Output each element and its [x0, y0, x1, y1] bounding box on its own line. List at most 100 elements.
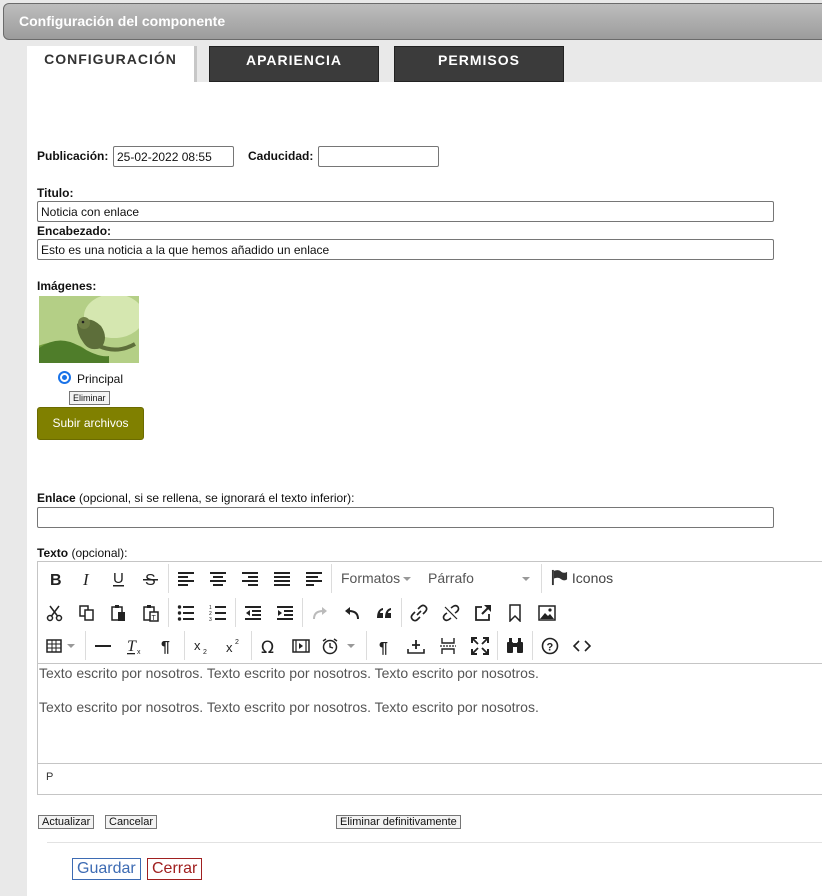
- svg-text:2: 2: [235, 639, 239, 646]
- copy-icon[interactable]: [72, 596, 102, 629]
- guardar-button[interactable]: Guardar: [72, 858, 141, 880]
- publicacion-label: Publicación:: [37, 149, 109, 163]
- clear-format-icon[interactable]: Tx: [120, 629, 150, 662]
- enlace-label: Enlace (opcional, si se rellena, se igno…: [37, 491, 355, 505]
- icons-button[interactable]: Iconos: [551, 562, 613, 595]
- find-icon[interactable]: [500, 629, 530, 662]
- svg-text:x: x: [194, 638, 201, 653]
- unlink-icon[interactable]: [436, 596, 466, 629]
- image-delete-button[interactable]: Eliminar: [69, 391, 110, 405]
- encabezado-input[interactable]: [37, 239, 774, 260]
- indent-icon[interactable]: [270, 596, 300, 629]
- pilcrow-icon[interactable]: ¶: [152, 629, 182, 662]
- page-break-icon[interactable]: [433, 629, 463, 662]
- titulo-label: Titulo:: [37, 186, 74, 200]
- formats-dropdown[interactable]: Formatos: [341, 562, 412, 595]
- align-none-icon[interactable]: [299, 562, 329, 595]
- paste-icon[interactable]: [104, 596, 134, 629]
- separator: [331, 564, 332, 593]
- actualizar-button[interactable]: Actualizar: [38, 815, 95, 829]
- tab-configuracion[interactable]: CONFIGURACIÓN: [27, 46, 197, 82]
- link-icon[interactable]: [404, 596, 434, 629]
- paragraph-icon[interactable]: ¶: [369, 629, 399, 662]
- underline-icon[interactable]: U: [104, 562, 134, 595]
- window-title: Configuración del componente: [3, 3, 822, 40]
- svg-text:x: x: [226, 640, 233, 655]
- align-right-icon[interactable]: [235, 562, 265, 595]
- caducidad-input[interactable]: [318, 146, 439, 167]
- separator: [184, 631, 185, 660]
- cerrar-button[interactable]: Cerrar: [147, 858, 203, 880]
- blockquote-icon[interactable]: [369, 596, 399, 629]
- help-icon[interactable]: ?: [535, 629, 565, 662]
- block-format-label: Párrafo: [428, 570, 474, 586]
- align-justify-icon[interactable]: [267, 562, 297, 595]
- horizontal-rule-icon[interactable]: [88, 629, 118, 662]
- align-center-icon[interactable]: [203, 562, 233, 595]
- external-link-icon[interactable]: [468, 596, 498, 629]
- tab-permisos[interactable]: PERMISOS: [394, 46, 564, 82]
- svg-text:2: 2: [203, 649, 207, 655]
- block-format-dropdown[interactable]: Párrafo: [428, 562, 530, 595]
- rich-text-editor: B I U S Formatos Párrafo Iconos T 123 T …: [37, 561, 822, 795]
- table-icon[interactable]: [42, 629, 78, 662]
- italic-icon[interactable]: I: [72, 562, 102, 595]
- cut-icon[interactable]: [40, 596, 70, 629]
- bold-icon[interactable]: B: [40, 562, 70, 595]
- svg-text:x: x: [137, 649, 141, 655]
- omega-icon[interactable]: Ω: [254, 629, 284, 662]
- enlace-hint: (opcional, si se rellena, se ignorará el…: [75, 491, 355, 505]
- editor-paragraph: Texto escrito por nosotros. Texto escrit…: [39, 665, 539, 681]
- clock-icon[interactable]: [318, 629, 358, 662]
- texto-label-text: Texto: [37, 546, 69, 560]
- icons-label: Iconos: [571, 570, 614, 586]
- formats-label: Formatos: [341, 570, 401, 586]
- cancelar-button[interactable]: Cancelar: [105, 815, 158, 829]
- caducidad-label: Caducidad:: [248, 149, 314, 163]
- separator: [235, 598, 236, 627]
- titulo-input[interactable]: [37, 201, 774, 222]
- separator: [168, 564, 169, 593]
- image-icon[interactable]: [532, 596, 562, 629]
- separator: [251, 631, 252, 660]
- editor-paragraph: Texto escrito por nosotros. Texto escrit…: [39, 699, 539, 715]
- enlace-input[interactable]: [37, 507, 774, 528]
- insert-below-icon[interactable]: [401, 629, 431, 662]
- media-icon[interactable]: [286, 629, 316, 662]
- publicacion-input[interactable]: [113, 146, 234, 167]
- code-icon[interactable]: [567, 629, 597, 662]
- upload-files-button[interactable]: Subir archivos: [37, 407, 144, 440]
- delete-permanently-button[interactable]: Eliminar definitivamente: [336, 815, 461, 829]
- chevron-down-icon: [403, 577, 412, 582]
- toolbar-row-3: Tx ¶ x2 x2 Ω ¶ ?: [38, 629, 822, 662]
- tab-bar: CONFIGURACIÓN APARIENCIA PERMISOS: [27, 46, 822, 82]
- svg-text:?: ?: [547, 641, 554, 653]
- image-thumbnail[interactable]: [39, 296, 139, 363]
- redo-icon[interactable]: [305, 596, 335, 629]
- subscript-icon[interactable]: x2: [187, 629, 217, 662]
- numbered-list-icon[interactable]: 123: [203, 596, 233, 629]
- separator: [85, 631, 86, 660]
- chevron-down-icon: [66, 643, 75, 648]
- outdent-icon[interactable]: [238, 596, 268, 629]
- align-left-icon[interactable]: [171, 562, 201, 595]
- editor-element-path: P: [46, 771, 54, 783]
- fullscreen-icon[interactable]: [465, 629, 495, 662]
- undo-icon[interactable]: [337, 596, 367, 629]
- tab-apariencia[interactable]: APARIENCIA: [209, 46, 379, 82]
- svg-text:¶: ¶: [161, 639, 170, 655]
- divider: [47, 842, 822, 843]
- enlace-label-text: Enlace: [37, 491, 76, 505]
- bookmark-icon[interactable]: [500, 596, 530, 629]
- strikethrough-icon[interactable]: S: [136, 562, 166, 595]
- superscript-icon[interactable]: x2: [219, 629, 249, 662]
- texto-hint: (opcional):: [68, 546, 128, 560]
- toolbar-row-1: B I U S Formatos Párrafo Iconos: [38, 562, 822, 595]
- principal-radio[interactable]: [58, 371, 71, 384]
- bullet-list-icon[interactable]: [171, 596, 201, 629]
- paste-text-icon[interactable]: T: [136, 596, 166, 629]
- editor-content-area[interactable]: Texto escrito por nosotros. Texto escrit…: [38, 663, 822, 764]
- svg-text:Ω: Ω: [261, 638, 274, 655]
- separator: [168, 598, 169, 627]
- svg-text:B: B: [50, 572, 62, 588]
